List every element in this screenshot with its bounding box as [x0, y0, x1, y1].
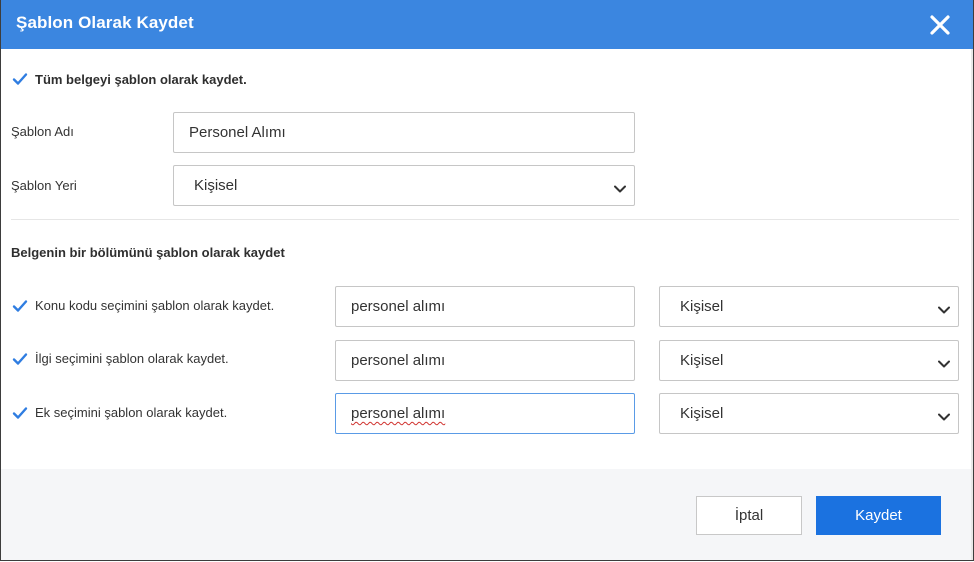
- attachment-checkbox[interactable]: [12, 405, 28, 421]
- save-button[interactable]: Kaydet: [816, 496, 941, 535]
- attachment-location-select[interactable]: Kişisel: [659, 393, 959, 434]
- attachment-location-value: Kişisel: [680, 405, 724, 422]
- whole-document-checkbox[interactable]: [12, 71, 28, 87]
- attachment-name-value: personel alımı: [351, 405, 446, 422]
- subject-code-location-select[interactable]: Kişisel: [659, 286, 959, 327]
- template-location-select[interactable]: Kişisel: [173, 165, 635, 206]
- template-name-label: Şablon Adı: [11, 124, 74, 139]
- save-as-template-dialog: Şablon Olarak Kaydet Tüm belgeyi şablon …: [0, 0, 974, 561]
- template-name-input[interactable]: Personel Alımı: [173, 112, 635, 153]
- dialog-header: Şablon Olarak Kaydet: [1, 0, 973, 49]
- reference-location-value: Kişisel: [680, 352, 724, 369]
- whole-document-label: Tüm belgeyi şablon olarak kaydet.: [35, 72, 247, 87]
- template-location-value: Kişisel: [194, 177, 238, 194]
- reference-name-value: personel alımı: [351, 352, 446, 369]
- template-location-label: Şablon Yeri: [11, 178, 77, 193]
- chevron-down-icon: [938, 301, 950, 318]
- reference-location-select[interactable]: Kişisel: [659, 340, 959, 381]
- chevron-down-icon: [938, 408, 950, 425]
- chevron-down-icon: [614, 180, 626, 197]
- subject-code-name-value: personel alımı: [351, 298, 446, 315]
- close-icon[interactable]: [929, 14, 951, 36]
- section-heading: Belgenin bir bölümünü şablon olarak kayd…: [11, 245, 285, 260]
- section-divider: [11, 219, 959, 220]
- reference-name-input[interactable]: personel alımı: [335, 340, 635, 381]
- reference-checkbox[interactable]: [12, 351, 28, 367]
- subject-code-label: Konu kodu seçimini şablon olarak kaydet.: [35, 298, 275, 313]
- subject-code-checkbox[interactable]: [12, 298, 28, 314]
- cancel-button[interactable]: İptal: [696, 496, 802, 535]
- scrollbar-track[interactable]: [971, 49, 973, 560]
- attachment-label: Ek seçimini şablon olarak kaydet.: [35, 405, 228, 420]
- subject-code-name-input[interactable]: personel alımı: [335, 286, 635, 327]
- dialog-title: Şablon Olarak Kaydet: [16, 13, 194, 32]
- reference-label: İlgi seçimini şablon olarak kaydet.: [35, 351, 229, 366]
- template-name-value: Personel Alımı: [189, 124, 286, 141]
- chevron-down-icon: [938, 355, 950, 372]
- subject-code-location-value: Kişisel: [680, 298, 724, 315]
- attachment-name-input[interactable]: personel alımı: [335, 393, 635, 434]
